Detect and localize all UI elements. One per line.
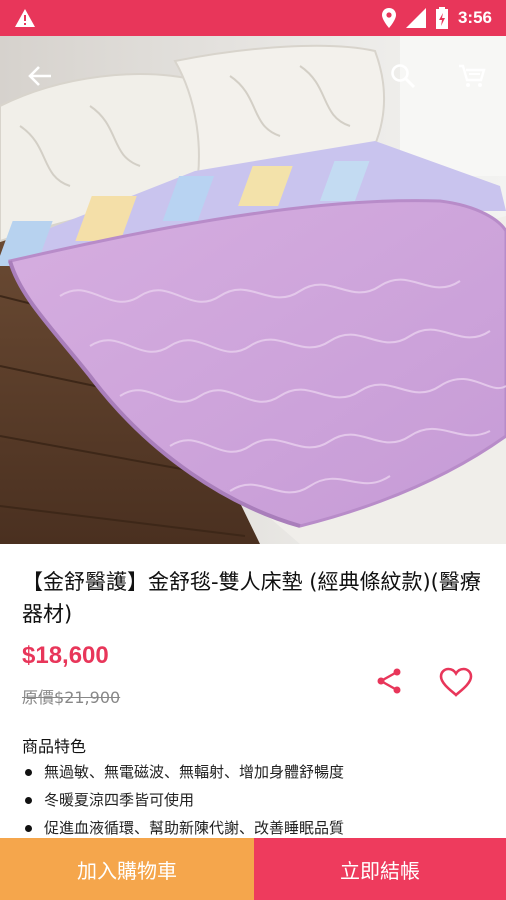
bullet-icon <box>25 797 32 804</box>
signal-icon <box>405 8 426 28</box>
search-button[interactable] <box>383 56 423 96</box>
bullet-icon <box>25 825 32 832</box>
buy-now-button[interactable]: 立即結帳 <box>254 838 506 900</box>
share-icon <box>377 668 401 694</box>
back-button[interactable] <box>20 56 60 96</box>
warning-icon <box>15 9 35 27</box>
share-button[interactable] <box>370 662 408 700</box>
feature-item: 冬暖夏涼四季皆可使用 <box>22 786 344 814</box>
search-icon <box>391 64 416 89</box>
cart-button[interactable] <box>452 56 492 96</box>
status-icons: 3:56 <box>381 0 492 36</box>
bottom-action-bar: 加入購物車 立即結帳 <box>0 838 506 900</box>
location-icon <box>381 8 396 28</box>
battery-icon <box>435 7 448 29</box>
status-time: 3:56 <box>457 8 492 27</box>
product-price: $18,600 <box>22 642 109 669</box>
arrow-left-icon <box>28 66 51 86</box>
features-title: 商品特色 <box>22 737 87 756</box>
cart-icon <box>459 64 486 87</box>
original-price: 原價$21,900 <box>22 684 120 708</box>
features-list: 無過敏、無電磁波、無輻射、增加身體舒暢度 冬暖夏涼四季皆可使用 促進血液循環、幫… <box>22 758 344 842</box>
product-title: 【金舒醫護】金舒毯-雙人床墊 (經典條紋款)(醫療器材) <box>22 570 481 626</box>
add-to-cart-button[interactable]: 加入購物車 <box>0 838 254 900</box>
original-price-value: $21,900 <box>54 688 121 707</box>
status-bar: 3:56 <box>0 0 506 36</box>
bullet-icon <box>25 769 32 776</box>
product-photo <box>0 36 506 544</box>
feature-item: 無過敏、無電磁波、無輻射、增加身體舒暢度 <box>22 758 344 786</box>
favorite-button[interactable] <box>434 660 478 704</box>
original-price-label: 原價 <box>22 688 55 707</box>
product-image <box>0 36 506 544</box>
heart-outline-icon <box>439 667 473 697</box>
